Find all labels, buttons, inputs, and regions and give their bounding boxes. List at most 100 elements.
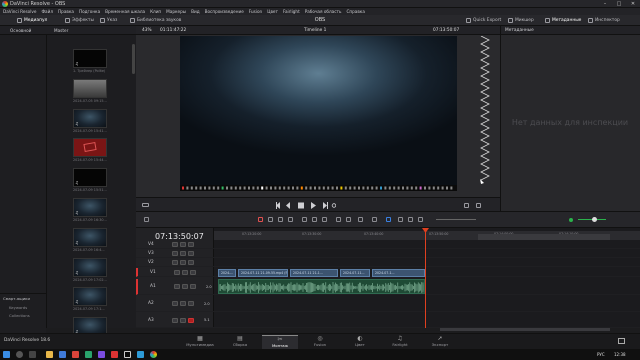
app-icon[interactable]: [111, 351, 118, 358]
track-mute-icon[interactable]: [190, 284, 196, 289]
track-row-v3[interactable]: V3: [136, 250, 640, 258]
video-clip-v1[interactable]: 2024-...: [218, 269, 236, 277]
track-autoselect-icon[interactable]: [180, 251, 186, 256]
track-solo-icon[interactable]: [180, 301, 186, 306]
volume-slider-knob[interactable]: [592, 217, 597, 222]
app-icon[interactable]: [137, 351, 144, 358]
start-icon[interactable]: [3, 351, 10, 358]
menu-item-mark[interactable]: Маркеры: [166, 9, 186, 14]
task-view-icon[interactable]: [29, 351, 36, 358]
playhead[interactable]: [425, 228, 426, 328]
menu-item-clip[interactable]: Клип: [150, 9, 161, 14]
track-autoselect-icon[interactable]: [182, 269, 188, 275]
video-frame[interactable]: [180, 36, 457, 186]
menu-item-file[interactable]: Файл: [41, 9, 53, 14]
media-pool-button[interactable]: Медиапул: [17, 17, 47, 24]
track-solo-icon[interactable]: [182, 284, 188, 289]
video-clip-v1[interactable]: 2024-07-11 21-09-55.mp4 (Ядд...: [238, 269, 288, 277]
insert-clip-icon[interactable]: [302, 217, 307, 222]
track-row-v2[interactable]: V2: [136, 259, 640, 267]
index-button[interactable]: Указ: [100, 17, 117, 24]
track-mute-icon[interactable]: [188, 317, 194, 323]
explorer-icon[interactable]: [46, 351, 53, 358]
page-media-button[interactable]: ▦ Мультимедиа: [182, 335, 218, 349]
track-lock-icon[interactable]: [172, 317, 178, 323]
zoom-level[interactable]: 43%: [142, 28, 152, 33]
trim-tool-icon[interactable]: [268, 217, 273, 222]
track-autoselect-icon[interactable]: [180, 242, 186, 247]
app-icon[interactable]: [98, 351, 105, 358]
quick-export-button[interactable]: Quick Export: [466, 17, 501, 24]
video-clip-v1[interactable]: 2024-07-11 21-1...: [290, 269, 338, 277]
video-clip-v1[interactable]: 2024-07-1...: [372, 269, 425, 277]
metadata-button[interactable]: Метаданные: [545, 17, 581, 24]
menu-item-edit[interactable]: Правка: [58, 9, 74, 14]
menu-item-workspace[interactable]: Рабочая область: [305, 9, 342, 14]
audio-clip-a1[interactable]: [218, 279, 425, 294]
minimize-icon[interactable]: –: [598, 0, 612, 8]
selection-tool-icon[interactable]: [258, 217, 263, 222]
timeline-scrollbar[interactable]: [440, 328, 610, 331]
page-edit-button[interactable]: ✂ Монтаж: [262, 335, 298, 349]
close-icon[interactable]: ✕: [626, 0, 640, 8]
menu-item-fairlight[interactable]: Fairlight: [283, 9, 300, 14]
track-lock-icon[interactable]: [172, 301, 178, 306]
zoom-full-icon[interactable]: [398, 217, 403, 222]
inspector-button[interactable]: Инспектор: [588, 17, 620, 24]
page-color-button[interactable]: ◐ Цвет: [342, 335, 378, 349]
zoom-detail-icon[interactable]: [408, 217, 413, 222]
match-frame-icon[interactable]: [464, 203, 469, 208]
timeline-view-icon[interactable]: [144, 217, 149, 222]
blade-tool-icon[interactable]: [288, 217, 293, 222]
replace-clip-icon[interactable]: [322, 217, 327, 222]
timeline-selector[interactable]: Timeline 1: [304, 28, 326, 33]
flag-icon[interactable]: [372, 217, 377, 222]
project-manager-icon[interactable]: [618, 338, 625, 344]
effects-button[interactable]: Эффекты: [65, 17, 94, 24]
media-clip-thumbnail[interactable]: [73, 78, 107, 98]
viewer-mode-icon[interactable]: [142, 203, 149, 207]
obs-icon[interactable]: [124, 351, 131, 358]
track-row-v4[interactable]: V4: [136, 241, 640, 249]
fullscreen-icon[interactable]: [476, 203, 481, 208]
video-clip-v1[interactable]: 2024-07-11...: [340, 269, 370, 277]
marker-icon[interactable]: [386, 217, 391, 222]
track-autoselect-icon[interactable]: [180, 260, 186, 265]
search-icon[interactable]: [16, 351, 23, 358]
page-deliver-button[interactable]: ➚ Экспорт: [422, 335, 458, 349]
menu-item-fusion[interactable]: Fusion: [249, 9, 262, 14]
maximize-icon[interactable]: □: [612, 0, 626, 8]
track-enable-icon[interactable]: [188, 251, 194, 256]
linked-selection-icon[interactable]: [346, 217, 351, 222]
sound-library-button[interactable]: Библиотека звуков: [130, 17, 181, 24]
keyboard-language[interactable]: РУС: [597, 352, 605, 357]
track-lock-icon[interactable]: [172, 242, 178, 247]
page-fairlight-button[interactable]: ♫ Fairlight: [382, 335, 418, 349]
track-enable-icon[interactable]: [190, 269, 196, 275]
menu-item-trim[interactable]: Подгонка: [79, 9, 100, 14]
page-cut-button[interactable]: ▤ Сборка: [222, 335, 258, 349]
media-pool-scrollbar[interactable]: [132, 44, 135, 74]
position-lock-icon[interactable]: [358, 217, 363, 222]
track-lock-icon[interactable]: [174, 269, 180, 275]
app-icon[interactable]: [72, 351, 79, 358]
track-row-a3[interactable]: A3 5.1: [136, 313, 640, 328]
menu-item-davinci[interactable]: DaVinci Resolve: [3, 9, 36, 14]
smart-bin-collections[interactable]: Collections: [9, 313, 30, 318]
page-fusion-button[interactable]: ◎ Fusion: [302, 335, 338, 349]
track-lock-icon[interactable]: [172, 251, 178, 256]
scrubber-strip[interactable]: [180, 185, 457, 191]
dynamic-trim-icon[interactable]: [278, 217, 283, 222]
menu-item-view[interactable]: Вид: [191, 9, 200, 14]
menu-item-color[interactable]: Цвет: [267, 9, 278, 14]
zoom-slider[interactable]: [436, 219, 476, 220]
menu-item-help[interactable]: Справка: [346, 9, 364, 14]
zoom-custom-icon[interactable]: [418, 217, 423, 222]
track-row-a2[interactable]: A2 2.0: [136, 296, 640, 312]
menu-item-playback[interactable]: Воспроизведение: [205, 9, 244, 14]
snapping-icon[interactable]: [336, 217, 341, 222]
overwrite-clip-icon[interactable]: [312, 217, 317, 222]
browser-icon[interactable]: [59, 351, 66, 358]
smart-bin-keywords[interactable]: Keywords: [9, 305, 27, 310]
track-solo-icon[interactable]: [180, 317, 186, 323]
